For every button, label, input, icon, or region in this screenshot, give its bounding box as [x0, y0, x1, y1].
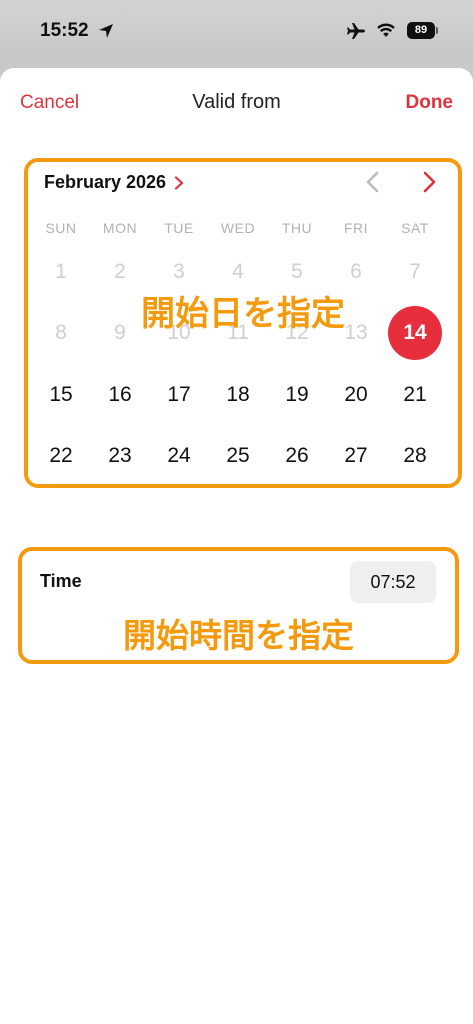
- day-cell[interactable]: 19: [274, 372, 320, 418]
- day-cell: 7: [409, 260, 421, 283]
- sheet-title: Valid from: [192, 91, 281, 113]
- day-cell[interactable]: 23: [97, 433, 143, 479]
- time-annotation: 開始時間を指定: [123, 616, 354, 655]
- day-cell[interactable]: 24: [156, 433, 202, 479]
- time-picker-button[interactable]: 07:52: [350, 561, 436, 603]
- day-cell[interactable]: 15: [38, 372, 84, 418]
- day-cell: 9: [114, 321, 126, 344]
- day-cell: 3: [173, 260, 185, 283]
- day-cell: 4: [232, 260, 244, 283]
- day-cell: 12: [285, 321, 309, 344]
- day-cell: 1: [55, 260, 67, 283]
- day-cell: 2: [114, 260, 126, 283]
- day-grid: 1 2 3 4 5 6 7 8 9 10 11 12 13 14 15 16 17 18 19 20 21 22 23 24 2…: [28, 162, 458, 484]
- day-cell[interactable]: 25: [215, 433, 261, 479]
- day-cell[interactable]: 18: [215, 372, 261, 418]
- time-label: Time: [40, 571, 82, 591]
- status-bar: 15:52 89: [0, 0, 473, 62]
- day-cell: 13: [344, 321, 368, 344]
- bottom-sheet: Cancel Valid from Done February 2026 SUN…: [0, 68, 473, 1024]
- day-cell[interactable]: 16: [97, 372, 143, 418]
- day-cell: 5: [291, 260, 303, 283]
- day-cell[interactable]: 22: [38, 433, 84, 479]
- day-cell: 10: [167, 321, 191, 344]
- day-cell[interactable]: 26: [274, 433, 320, 479]
- done-button[interactable]: Done: [406, 92, 454, 114]
- day-cell: 8: [55, 321, 67, 344]
- wifi-icon: [377, 23, 395, 37]
- status-time: 15:52: [40, 20, 89, 41]
- day-cell[interactable]: 27: [333, 433, 379, 479]
- day-cell[interactable]: 17: [156, 372, 202, 418]
- day-cell[interactable]: 28: [392, 433, 438, 479]
- day-cell-selected[interactable]: 14: [388, 306, 442, 360]
- calendar: February 2026 SUN MON TUE WED THU FRI SAT 1234…: [24, 158, 462, 488]
- day-cell: 6: [350, 260, 362, 283]
- location-arrow-icon: [99, 24, 113, 38]
- airplane-icon: [347, 23, 365, 39]
- day-cell: 11: [227, 321, 249, 344]
- battery-tip: [436, 27, 438, 34]
- battery-icon: 89: [407, 22, 435, 39]
- time-row: Time 07:52 開始時間を指定: [18, 547, 459, 664]
- day-cell[interactable]: 20: [333, 372, 379, 418]
- day-cell[interactable]: 21: [392, 372, 438, 418]
